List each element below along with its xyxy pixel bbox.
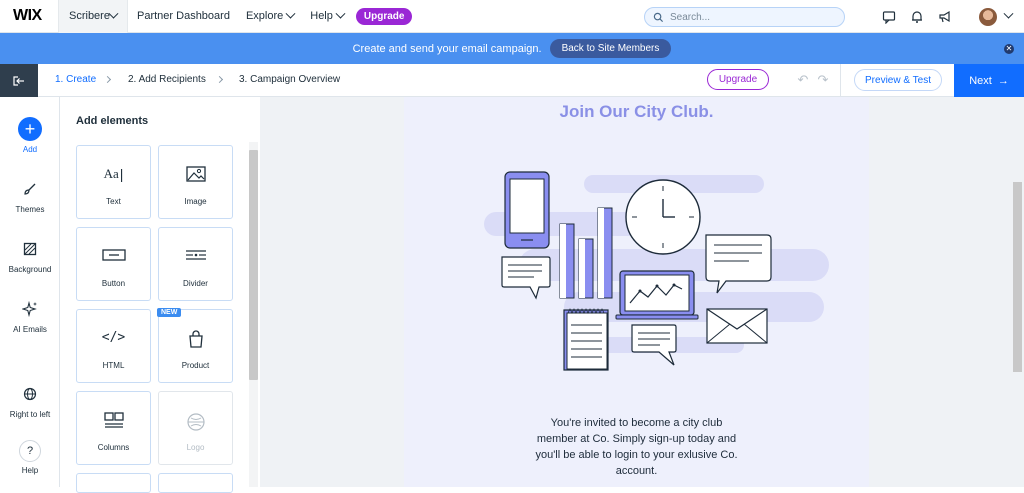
tile-partial[interactable] xyxy=(158,473,233,493)
rail-right-to-left[interactable]: Right to left xyxy=(0,382,60,419)
arrow-right-icon: → xyxy=(997,74,1009,87)
avatar[interactable] xyxy=(979,7,997,26)
campaign-banner: Create and send your email campaign. Bac… xyxy=(0,33,1024,64)
step-bar: 1. Create 2. Add Recipients 3. Campaign … xyxy=(0,64,1024,97)
chevron-right-icon xyxy=(215,75,224,84)
panel-title: Add elements xyxy=(76,115,149,127)
canvas-scrollbar-thumb[interactable] xyxy=(1013,182,1022,372)
next-button[interactable]: Next → xyxy=(954,64,1024,97)
tile-text[interactable]: Aa | Text xyxy=(76,145,151,219)
search-placeholder: Search... xyxy=(670,11,711,23)
tile-button[interactable]: Button xyxy=(76,227,151,301)
chevron-right-icon xyxy=(103,75,112,84)
background-icon xyxy=(18,237,42,261)
preview-test-button[interactable]: Preview & Test xyxy=(854,69,942,91)
site-selector[interactable]: Scribere xyxy=(58,0,128,33)
tile-html[interactable]: </> HTML xyxy=(76,309,151,383)
tile-image[interactable]: Image xyxy=(158,145,233,219)
redo-icon[interactable]: ↷ xyxy=(815,72,831,88)
nav-explore[interactable]: Explore xyxy=(245,0,296,33)
rail-label: Background xyxy=(8,265,52,274)
tile-label: Text xyxy=(106,197,121,206)
nav-label: Explore xyxy=(245,10,284,22)
back-to-site-members-button[interactable]: Back to Site Members xyxy=(549,39,672,58)
exit-icon xyxy=(13,75,24,86)
code-icon: </> xyxy=(101,330,126,345)
step-add-recipients[interactable]: 2. Add Recipients xyxy=(128,74,206,85)
sparkle-icon xyxy=(18,297,42,321)
step-campaign-overview[interactable]: 3. Campaign Overview xyxy=(239,74,340,85)
brush-icon xyxy=(18,177,42,201)
globe-icon xyxy=(18,382,42,406)
tile-label: Logo xyxy=(186,443,205,452)
email-preview[interactable]: Join Our City Club. You're invited to be… xyxy=(404,97,869,487)
upgrade-outline-button[interactable]: Upgrade xyxy=(707,69,769,90)
text-icon: Aa | xyxy=(103,166,124,182)
nav-label: Partner Dashboard xyxy=(137,10,230,22)
city-club-illustration xyxy=(484,171,829,371)
chevron-down-icon xyxy=(285,8,296,19)
rail-themes[interactable]: Themes xyxy=(0,177,60,214)
left-rail: + Add Themes Background AI Emails Right … xyxy=(0,97,60,487)
chat-icon[interactable] xyxy=(875,0,903,33)
megaphone-icon[interactable] xyxy=(931,0,959,33)
button-icon xyxy=(77,248,150,262)
tile-label: Image xyxy=(184,197,207,206)
tile-label: Button xyxy=(101,279,126,288)
rail-ai-emails[interactable]: AI Emails xyxy=(0,297,60,334)
tile-label: HTML xyxy=(102,361,125,370)
columns-icon xyxy=(77,412,150,428)
wix-logo[interactable]: WIX xyxy=(13,7,58,25)
panel-scrollbar-thumb[interactable] xyxy=(249,150,258,380)
rail-label: Help xyxy=(21,466,39,475)
exit-editor-button[interactable] xyxy=(0,64,38,97)
nav-label: Help xyxy=(310,10,333,22)
tile-divider[interactable]: Divider xyxy=(158,227,233,301)
banner-text: Create and send your email campaign. xyxy=(352,42,542,55)
email-body-text[interactable]: You're invited to become a city club mem… xyxy=(534,415,739,479)
undo-icon[interactable]: ↶ xyxy=(795,72,811,88)
rail-label: AI Emails xyxy=(13,325,47,334)
new-badge: NEW xyxy=(157,308,182,317)
next-label: Next xyxy=(969,74,992,87)
chevron-down-icon[interactable] xyxy=(1003,8,1014,19)
tile-label: Product xyxy=(181,361,210,370)
bell-icon[interactable] xyxy=(903,0,931,33)
close-icon[interactable]: ✕ xyxy=(1004,44,1014,54)
rail-help[interactable]: ? Help xyxy=(0,440,60,475)
add-elements-panel: Add elements Aa | Text Image Button Divid… xyxy=(60,97,260,493)
logo-icon xyxy=(159,412,232,432)
tile-label: Divider xyxy=(183,279,208,288)
tile-product[interactable]: NEW Product xyxy=(157,308,233,383)
search-icon xyxy=(653,12,664,22)
nav-help[interactable]: Help xyxy=(310,0,346,33)
upgrade-button[interactable]: Upgrade xyxy=(355,7,413,25)
image-icon xyxy=(159,166,232,182)
rail-label: Add xyxy=(22,145,38,154)
nav-partner-dashboard[interactable]: Partner Dashboard xyxy=(137,0,230,33)
plus-icon: + xyxy=(18,117,42,141)
tile-partial[interactable] xyxy=(76,473,151,493)
divider xyxy=(840,64,841,97)
chevron-down-icon xyxy=(335,8,346,19)
top-bar: WIX Scribere Partner Dashboard Explore H… xyxy=(0,0,1024,33)
step-create[interactable]: 1. Create xyxy=(55,74,96,85)
rail-label: Right to left xyxy=(9,410,51,419)
tile-label: Columns xyxy=(97,443,130,452)
site-name: Scribere xyxy=(69,10,110,22)
rail-label: Themes xyxy=(15,205,45,214)
chevron-down-icon xyxy=(108,8,119,19)
email-title[interactable]: Join Our City Club. xyxy=(404,102,869,122)
tile-logo[interactable]: Logo xyxy=(158,391,233,465)
rail-add[interactable]: + Add xyxy=(0,117,60,154)
bag-icon xyxy=(159,330,232,348)
search-input[interactable]: Search... xyxy=(644,7,845,27)
rail-background[interactable]: Background xyxy=(0,237,60,274)
email-canvas: Join Our City Club. You're invited to be… xyxy=(260,97,1024,487)
top-icons xyxy=(875,0,1024,33)
help-icon: ? xyxy=(19,440,41,462)
divider-icon xyxy=(159,248,232,262)
tile-columns[interactable]: Columns xyxy=(76,391,151,465)
